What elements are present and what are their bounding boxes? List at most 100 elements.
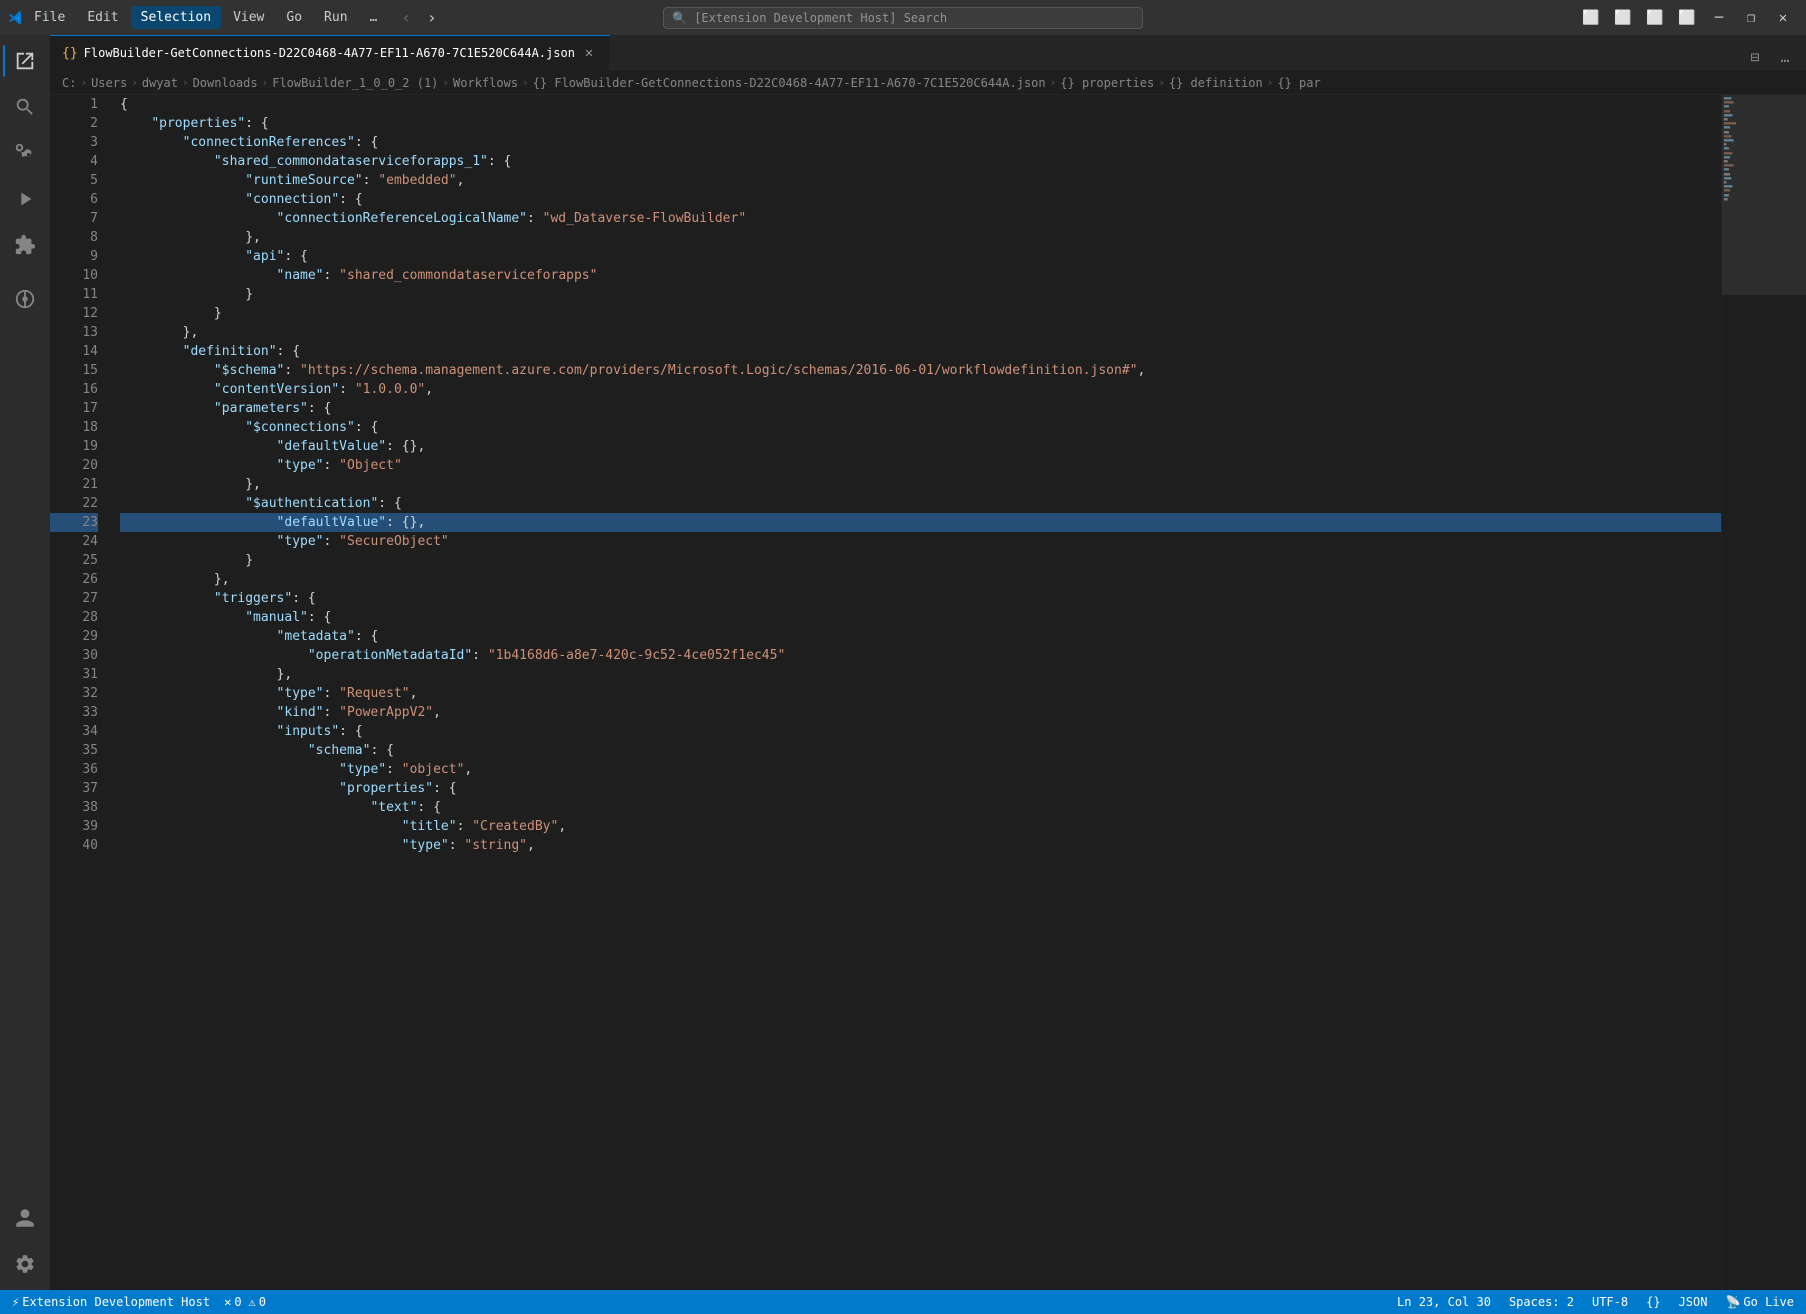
code-editor[interactable]: { "properties": { "connectionReferences"… bbox=[108, 95, 1721, 1290]
status-right: Ln 23, Col 30 Spaces: 2 UTF-8 {} JSON 📡 … bbox=[1393, 1295, 1798, 1309]
editor-content: 1234567891011121314151617181920212223242… bbox=[50, 95, 1806, 1290]
split-editor-btn[interactable]: ⊟ bbox=[1742, 44, 1768, 70]
go-live-icon: 📡 bbox=[1725, 1295, 1740, 1309]
error-value: 0 bbox=[234, 1295, 241, 1309]
go-live-btn[interactable]: 📡 Go Live bbox=[1721, 1295, 1798, 1309]
layout-editor-btn[interactable]: ⬜ bbox=[1576, 4, 1606, 32]
menu-selection[interactable]: Selection bbox=[131, 6, 221, 29]
warning-value: 0 bbox=[259, 1295, 266, 1309]
tab-close-btn[interactable]: ✕ bbox=[581, 45, 597, 61]
activity-explorer-icon[interactable] bbox=[3, 39, 47, 83]
cursor-position[interactable]: Ln 23, Col 30 bbox=[1393, 1295, 1495, 1309]
code-line: }, bbox=[120, 665, 1721, 684]
code-line: "connection": { bbox=[120, 190, 1721, 209]
encoding-label: UTF-8 bbox=[1592, 1295, 1628, 1309]
restore-btn[interactable]: ❐ bbox=[1736, 4, 1766, 32]
warning-icon: ⚠ bbox=[249, 1295, 256, 1309]
breadcrumb-dwyat[interactable]: dwyat bbox=[142, 76, 178, 90]
titlebar: File Edit Selection View Go Run … ‹ › 🔍 … bbox=[0, 0, 1806, 35]
breadcrumb-definition[interactable]: {} definition bbox=[1169, 76, 1263, 90]
code-line: "properties": { bbox=[120, 114, 1721, 133]
main-layout: {} FlowBuilder-GetConnections-D22C0468-4… bbox=[0, 35, 1806, 1290]
code-line: "type": "SecureObject" bbox=[120, 532, 1721, 551]
go-live-label: Go Live bbox=[1743, 1295, 1794, 1309]
menu-go[interactable]: Go bbox=[276, 6, 312, 29]
breadcrumb-par[interactable]: {} par bbox=[1277, 76, 1320, 90]
remote-label: Extension Development Host bbox=[22, 1295, 210, 1309]
code-line: } bbox=[120, 304, 1721, 323]
nav-back-btn[interactable]: ‹ bbox=[395, 6, 417, 29]
layout-more-btn[interactable]: ⬜ bbox=[1672, 4, 1702, 32]
menu-file[interactable]: File bbox=[24, 6, 75, 29]
encoding[interactable]: UTF-8 bbox=[1588, 1295, 1632, 1309]
status-bar: ⚡ Extension Development Host ✕ 0 ⚠ 0 Ln … bbox=[0, 1290, 1806, 1314]
active-tab[interactable]: {} FlowBuilder-GetConnections-D22C0468-4… bbox=[50, 35, 610, 70]
breadcrumb-file[interactable]: {} FlowBuilder-GetConnections-D22C0468-4… bbox=[533, 76, 1046, 90]
tab-label: FlowBuilder-GetConnections-D22C0468-4A77… bbox=[84, 46, 575, 60]
code-line: }, bbox=[120, 228, 1721, 247]
breadcrumb-properties[interactable]: {} properties bbox=[1060, 76, 1154, 90]
close-btn[interactable]: ✕ bbox=[1768, 4, 1798, 32]
activity-bar bbox=[0, 35, 50, 1290]
code-line: } bbox=[120, 285, 1721, 304]
breadcrumb-downloads[interactable]: Downloads bbox=[193, 76, 258, 90]
nav-buttons: ‹ › bbox=[395, 6, 442, 29]
breadcrumb-c[interactable]: C: bbox=[62, 76, 76, 90]
language-mode[interactable]: JSON bbox=[1675, 1295, 1712, 1309]
activity-search-icon[interactable] bbox=[3, 85, 47, 129]
code-line: "defaultValue": {}, bbox=[120, 513, 1721, 532]
eol[interactable]: {} bbox=[1642, 1295, 1664, 1309]
language-label: JSON bbox=[1679, 1295, 1708, 1309]
activity-extensions-icon[interactable] bbox=[3, 223, 47, 267]
breadcrumb-workflows[interactable]: Workflows bbox=[453, 76, 518, 90]
code-line: "definition": { bbox=[120, 342, 1721, 361]
code-line: "connectionReferenceLogicalName": "wd_Da… bbox=[120, 209, 1721, 228]
code-line: "name": "shared_commondataserviceforapps… bbox=[120, 266, 1721, 285]
code-line: }, bbox=[120, 323, 1721, 342]
tabs-bar: {} FlowBuilder-GetConnections-D22C0468-4… bbox=[50, 35, 1806, 71]
code-line: "type": "Object" bbox=[120, 456, 1721, 475]
activity-remote-icon[interactable] bbox=[3, 277, 47, 321]
spaces-label: Spaces: 2 bbox=[1509, 1295, 1574, 1309]
code-line: "schema": { bbox=[120, 741, 1721, 760]
minimap-content: ██████ ████████ ████ █████ ███████ ███ █… bbox=[1722, 95, 1806, 1290]
menu-run[interactable]: Run bbox=[314, 6, 357, 29]
code-line: "runtimeSource": "embedded", bbox=[120, 171, 1721, 190]
line-numbers: 1234567891011121314151617181920212223242… bbox=[50, 95, 108, 1290]
activity-account-icon[interactable] bbox=[3, 1196, 47, 1240]
menu-edit[interactable]: Edit bbox=[77, 6, 128, 29]
menu-view[interactable]: View bbox=[223, 6, 274, 29]
activity-settings-icon[interactable] bbox=[3, 1242, 47, 1286]
layout-panel-btn[interactable]: ⬜ bbox=[1640, 4, 1670, 32]
code-line: "api": { bbox=[120, 247, 1721, 266]
code-line: { bbox=[120, 95, 1721, 114]
code-line: }, bbox=[120, 570, 1721, 589]
eol-label: {} bbox=[1646, 1295, 1660, 1309]
code-line: }, bbox=[120, 475, 1721, 494]
status-left: ⚡ Extension Development Host ✕ 0 ⚠ 0 bbox=[8, 1295, 270, 1309]
breadcrumb-flowbuilder-dir[interactable]: FlowBuilder_1_0_0_2 (1) bbox=[272, 76, 438, 90]
code-line: "metadata": { bbox=[120, 627, 1721, 646]
activity-run-icon[interactable] bbox=[3, 177, 47, 221]
menu-more[interactable]: … bbox=[360, 6, 388, 29]
activity-source-control-icon[interactable] bbox=[3, 131, 47, 175]
minimize-btn[interactable]: ─ bbox=[1704, 4, 1734, 32]
minimap[interactable]: ██████ ████████ ████ █████ ███████ ███ █… bbox=[1721, 95, 1806, 1290]
code-line: "properties": { bbox=[120, 779, 1721, 798]
indentation[interactable]: Spaces: 2 bbox=[1505, 1295, 1578, 1309]
code-line: "parameters": { bbox=[120, 399, 1721, 418]
remote-indicator[interactable]: ⚡ Extension Development Host bbox=[8, 1295, 214, 1309]
code-line: "triggers": { bbox=[120, 589, 1721, 608]
vscode-logo-icon bbox=[8, 10, 24, 26]
breadcrumb-users[interactable]: Users bbox=[91, 76, 127, 90]
code-line: "defaultValue": {}, bbox=[120, 437, 1721, 456]
error-count[interactable]: ✕ 0 ⚠ 0 bbox=[220, 1295, 270, 1309]
layout-split-btn[interactable]: ⬜ bbox=[1608, 4, 1638, 32]
code-line: "type": "string", bbox=[120, 836, 1721, 855]
nav-forward-btn[interactable]: › bbox=[421, 6, 443, 29]
more-actions-btn[interactable]: … bbox=[1772, 44, 1798, 70]
breadcrumb: C: › Users › dwyat › Downloads › FlowBui… bbox=[50, 71, 1806, 95]
search-bar[interactable]: 🔍 [Extension Development Host] Search bbox=[663, 7, 1143, 29]
code-line: "connectionReferences": { bbox=[120, 133, 1721, 152]
titlebar-menus: File Edit Selection View Go Run … bbox=[24, 6, 387, 29]
